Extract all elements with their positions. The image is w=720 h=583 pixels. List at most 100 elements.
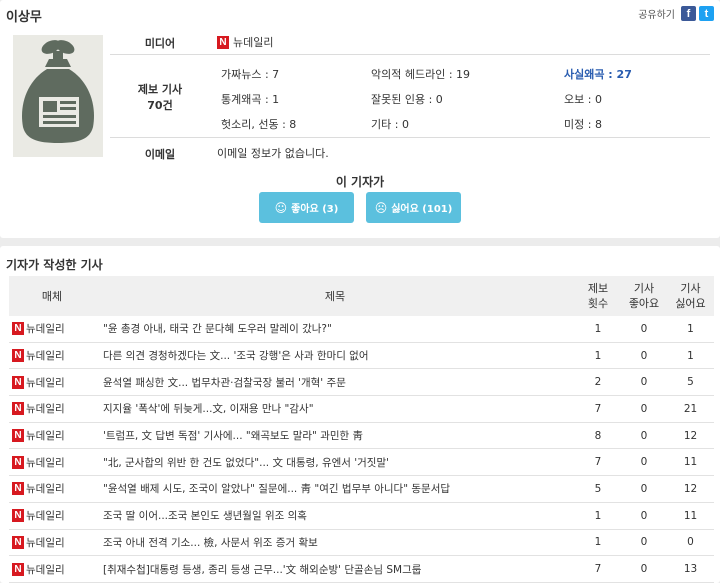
row-dislikes: 11 — [667, 502, 714, 530]
stat-undecided: 미정 : 8 — [564, 118, 602, 131]
newdaily-logo-icon: N — [12, 322, 24, 336]
media-label: 미디어 — [144, 37, 176, 50]
row-dislikes: 12 — [667, 475, 714, 503]
row-media-name: 뉴데일리 — [26, 323, 65, 336]
newdaily-logo-icon: N — [12, 349, 24, 363]
table-row[interactable]: N 뉴데일리 "北, 군사합의 위반 한 건도 없었다"... 文 대통령, 유엔서… — [9, 448, 714, 477]
email-value: 이메일 정보가 없습니다. — [217, 147, 329, 160]
share-bar: 공유하기 f t — [638, 6, 714, 21]
row-dislikes: 12 — [667, 422, 714, 450]
articles-section-title: 기자가 작성한 기사 — [6, 258, 103, 272]
reporter-profile-card: 이상무 공유하기 f t 미디어 N 뉴데일리 제보 기사 70건 가짜뉴스 :… — [0, 0, 720, 238]
newdaily-logo-icon: N — [12, 482, 24, 496]
media-link[interactable]: N 뉴데일리 — [217, 34, 273, 50]
row-media[interactable]: N 뉴데일리 — [9, 555, 95, 583]
row-likes: 0 — [621, 368, 667, 397]
table-row[interactable]: N 뉴데일리 '트럼프, 文 답변 독점' 기사에... "왜곡보도 말라" 과민한… — [9, 422, 714, 450]
row-likes: 0 — [621, 342, 667, 370]
row-title-link[interactable]: "北, 군사합의 위반 한 건도 없었다"... 文 대통령, 유엔서 '거짓말… — [95, 448, 575, 477]
table-row[interactable]: N 뉴데일리 "윤 총경 아내, 태국 간 문다혜 도우러 말레이 갔나?" 1 0 1 — [9, 316, 714, 343]
divider — [110, 54, 710, 55]
table-row[interactable]: N 뉴데일리 윤석열 패싱한 文... 법무차관·검찰국장 불러 '개혁' 주문 2 0… — [9, 368, 714, 397]
table-header-row: 매체 제목 제보 횟수 기사 좋아요 기사 싫어요 — [9, 276, 714, 316]
row-reports: 1 — [575, 502, 621, 530]
row-media[interactable]: N 뉴데일리 — [9, 395, 95, 423]
row-reports: 7 — [575, 555, 621, 583]
table-row[interactable]: N 뉴데일리 [취재수첩]대통령 등생, 종리 등생 근무...'文 해외순방' 단… — [9, 555, 714, 583]
twitter-share-icon[interactable]: t — [699, 6, 714, 21]
row-title-link[interactable]: '트럼프, 文 답변 독점' 기사에... "왜곡보도 말라" 과민한 靑 — [95, 422, 575, 450]
newdaily-logo-icon: N — [12, 402, 24, 416]
row-title-link[interactable]: 다른 의견 경청하겠다는 文... '조국 강행'은 사과 한마디 없어 — [95, 342, 575, 370]
row-title-link[interactable]: "윤 총경 아내, 태국 간 문다혜 도우러 말레이 갔나?" — [95, 316, 575, 343]
table-row[interactable]: N 뉴데일리 다른 의견 경청하겠다는 文... '조국 강행'은 사과 한마디 없… — [9, 342, 714, 370]
row-reports: 1 — [575, 342, 621, 370]
row-title-link[interactable]: 조국 아내 전격 기소... 檢, 사문서 위조 증거 확보 — [95, 529, 575, 557]
dislike-button[interactable]: ☹ 싫어요 (101) — [366, 192, 461, 223]
newdaily-logo-icon: N — [12, 375, 24, 389]
row-media-name: 뉴데일리 — [26, 403, 65, 416]
table-row[interactable]: N 뉴데일리 지지율 '폭삭'에 뒤늦게...文, 이재용 만나 "감사" 7 0 21 — [9, 395, 714, 423]
articles-table: 매체 제목 제보 횟수 기사 좋아요 기사 싫어요 N 뉴데일리 "윤 총경 아내, 태국… — [9, 276, 714, 583]
stat-fact-distortion: 사실왜곡 : 27 — [564, 68, 632, 81]
newdaily-logo-icon: N — [12, 535, 24, 549]
row-likes: 0 — [621, 316, 667, 343]
row-title-link[interactable]: "윤석열 배제 시도, 조국이 알았나" 질문에... 靑 "여긴 법무부 아니… — [95, 475, 575, 503]
row-reports: 1 — [575, 529, 621, 557]
dislike-label: 싫어요 (101) — [391, 204, 453, 215]
row-dislikes: 0 — [667, 529, 714, 557]
row-media-name: 뉴데일리 — [26, 456, 65, 469]
row-media[interactable]: N 뉴데일리 — [9, 342, 95, 370]
row-likes: 0 — [621, 555, 667, 583]
report-count: 70건 — [147, 99, 173, 112]
like-label: 좋아요 (3) — [291, 204, 339, 215]
row-media-name: 뉴데일리 — [26, 483, 65, 496]
row-reports: 1 — [575, 316, 621, 343]
table-row[interactable]: N 뉴데일리 조국 아내 전격 기소... 檢, 사문서 위조 증거 확보 1 0 0 — [9, 529, 714, 557]
header-media: 매체 — [41, 289, 63, 303]
row-likes: 0 — [621, 448, 667, 477]
newdaily-logo-icon: N — [12, 509, 24, 523]
row-dislikes: 1 — [667, 316, 714, 343]
facebook-share-icon[interactable]: f — [681, 6, 696, 21]
row-likes: 0 — [621, 529, 667, 557]
row-title-link[interactable]: 조국 딸 이어...조국 본인도 생년월일 위조 의혹 — [95, 502, 575, 530]
row-reports: 2 — [575, 368, 621, 397]
row-media[interactable]: N 뉴데일리 — [9, 368, 95, 397]
frown-icon: ☹ — [374, 200, 388, 215]
row-media-name: 뉴데일리 — [26, 350, 65, 363]
table-row[interactable]: N 뉴데일리 조국 딸 이어...조국 본인도 생년월일 위조 의혹 1 0 11 — [9, 502, 714, 530]
row-title-link[interactable]: 윤석열 패싱한 文... 법무차관·검찰국장 불러 '개혁' 주문 — [95, 368, 575, 397]
like-button[interactable]: ☺ 좋아요 (3) — [259, 192, 354, 223]
stat-other: 기타 : 0 — [371, 118, 409, 131]
header-reports: 제보 횟수 — [587, 282, 609, 310]
stat-misquote: 잘못된 인용 : 0 — [371, 93, 443, 106]
reporter-avatar-money-bag-icon — [13, 35, 103, 157]
row-likes: 0 — [621, 395, 667, 423]
email-label: 이메일 — [144, 148, 176, 161]
row-likes: 0 — [621, 502, 667, 530]
row-likes: 0 — [621, 475, 667, 503]
row-likes: 0 — [621, 422, 667, 450]
row-title-link[interactable]: [취재수첩]대통령 등생, 종리 등생 근무...'文 해외순방' 단골손님 S… — [95, 555, 575, 583]
header-title: 제목 — [324, 289, 346, 303]
share-label: 공유하기 — [638, 10, 675, 21]
row-reports: 8 — [575, 422, 621, 450]
header-dislikes: 기사 싫어요 — [675, 282, 706, 310]
divider — [110, 137, 710, 138]
row-reports: 5 — [575, 475, 621, 503]
table-row[interactable]: N 뉴데일리 "윤석열 배제 시도, 조국이 알았나" 질문에... 靑 "여긴 법… — [9, 475, 714, 503]
stat-malicious-headline: 악의적 헤드라인 : 19 — [371, 68, 471, 81]
row-media[interactable]: N 뉴데일리 — [9, 422, 95, 450]
row-title-link[interactable]: 지지율 '폭삭'에 뒤늦게...文, 이재용 만나 "감사" — [95, 395, 575, 423]
stat-fake-news: 가짜뉴스 : 7 — [221, 68, 280, 81]
row-media[interactable]: N 뉴데일리 — [9, 316, 95, 343]
row-media[interactable]: N 뉴데일리 — [9, 502, 95, 530]
media-name: 뉴데일리 — [233, 36, 274, 49]
row-media[interactable]: N 뉴데일리 — [9, 529, 95, 557]
row-dislikes: 21 — [667, 395, 714, 423]
smile-icon: ☺ — [274, 200, 288, 215]
row-media[interactable]: N 뉴데일리 — [9, 448, 95, 477]
row-media[interactable]: N 뉴데일리 — [9, 475, 95, 503]
stat-statistics-distortion: 통계왜곡 : 1 — [221, 93, 280, 106]
